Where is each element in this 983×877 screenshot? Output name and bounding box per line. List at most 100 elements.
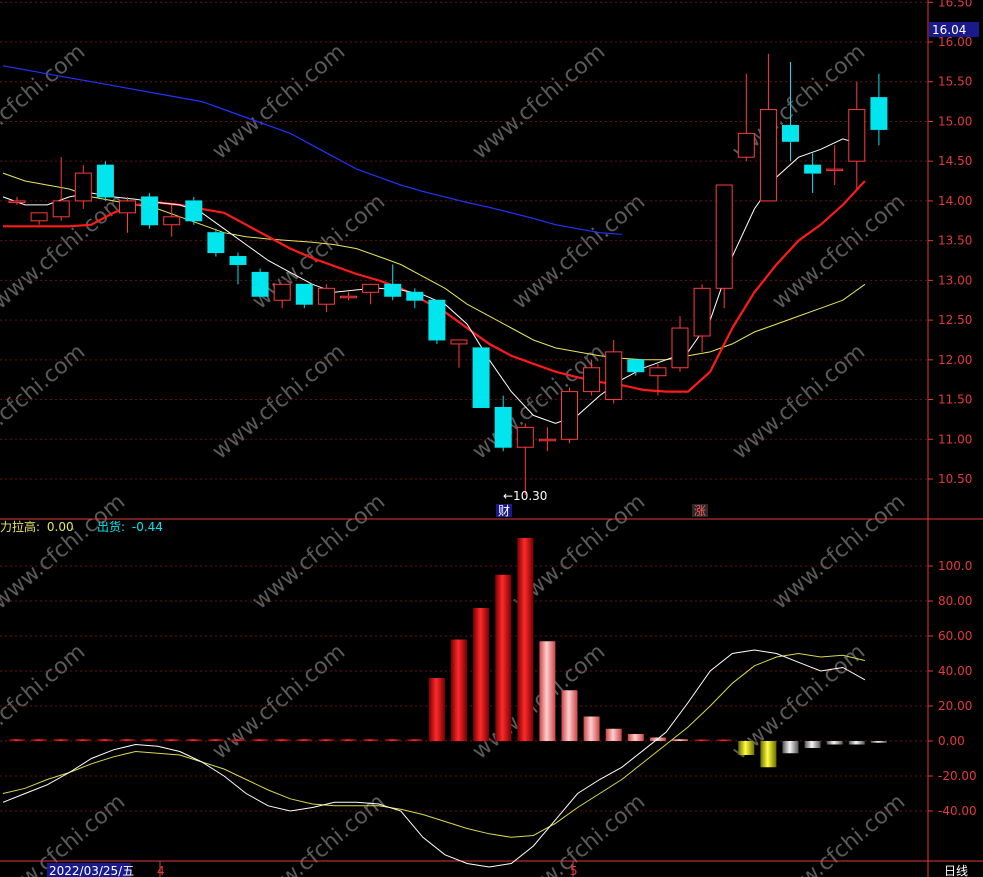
oscillator-bar [252, 739, 269, 741]
moving-average-lines [2, 65, 866, 424]
watermark-text: www.cfchi.com [508, 189, 650, 314]
candle-body-down [782, 124, 799, 142]
candle [30, 212, 48, 225]
candle-body-down [472, 347, 490, 408]
candle-body-down [804, 164, 822, 174]
price-tick-label: 12.00 [938, 353, 972, 367]
price-tick-label: 12.50 [938, 313, 972, 327]
price-tick-label: 16.50 [938, 0, 972, 9]
ma-fast-line [2, 138, 866, 424]
price-tick-label: 15.50 [938, 75, 972, 89]
oscillator-bar [870, 741, 887, 743]
oscillator-bar [163, 739, 180, 741]
candle-body-down [207, 232, 225, 254]
month-label-4: 4 [157, 864, 165, 877]
indicator-axis: 100.0 80.00 60.00 40.00 20.00 0.00 -20.00 -40.0… [928, 559, 977, 818]
month-label-5: 5 [570, 864, 578, 877]
candle-body-up [538, 438, 556, 442]
candle [627, 359, 645, 376]
candle [185, 196, 203, 225]
watermark-text: www.cfchi.com [768, 789, 910, 877]
candle [671, 316, 689, 372]
candle-body-up [583, 367, 601, 393]
watermark-text: www.cfchi.com [508, 789, 650, 877]
candle [207, 228, 225, 257]
oscillator-bar [738, 741, 755, 755]
candle [494, 395, 512, 452]
watermark-text: www.cfchi.com [0, 339, 90, 464]
candle-body-up [693, 287, 711, 337]
candle-body-up [8, 200, 26, 203]
candle [538, 427, 556, 452]
candle [516, 423, 534, 495]
price-tick-label: 13.00 [938, 273, 972, 287]
oscillator-bar [561, 690, 578, 741]
oscillator-bar [716, 739, 733, 741]
candle-body-down [96, 164, 114, 198]
candle-body-up [759, 109, 777, 202]
candle-body-up [163, 216, 181, 226]
indicator-tick-label: -20.00 [938, 769, 977, 783]
indicator-line1-value: 0.00 [47, 520, 74, 534]
watermark-text: www.cfchi.com [248, 489, 390, 614]
candle [605, 339, 623, 404]
event-marker-2[interactable]: 涨 [694, 503, 706, 518]
candle-body-up [848, 109, 866, 162]
candle [96, 161, 114, 201]
oscillator-bar [384, 739, 401, 741]
candle-body-up [74, 172, 92, 202]
candle [693, 284, 711, 352]
candle-body-up [273, 283, 291, 301]
candle [561, 387, 578, 444]
candle-body-up [715, 184, 733, 289]
candle-body-up [671, 327, 689, 369]
oscillator-bar [428, 678, 445, 741]
candle-body-down [229, 256, 247, 265]
candle-body-down [251, 271, 269, 297]
indicator-tick-label: 80.00 [938, 594, 972, 608]
candle-body-up [362, 283, 380, 293]
candle [870, 73, 888, 146]
indicator-line2-name: 出货: [97, 519, 125, 534]
indicator-tick-label: 20.00 [938, 699, 972, 713]
candle [759, 53, 777, 202]
period-label[interactable]: 日线 [944, 864, 968, 877]
watermark-text: www.cfchi.com [0, 489, 130, 614]
oscillator-bar [119, 739, 136, 741]
oscillator-bar [473, 608, 490, 741]
price-tick-label: 13.50 [938, 234, 972, 248]
indicator-tick-label: -40.00 [938, 804, 977, 818]
oscillator-bar [583, 716, 600, 741]
price-tick-label: 11.00 [938, 432, 972, 446]
candle-body-up [605, 351, 623, 401]
candle-body-down [141, 196, 159, 226]
candle-body-up [119, 200, 136, 214]
indicator-tick-label: 60.00 [938, 629, 972, 643]
candle [295, 283, 313, 309]
watermark-text: www.cfchi.com [0, 39, 90, 164]
event-marker-1[interactable]: 财 [498, 504, 510, 518]
price-tick-label: 15.00 [938, 114, 972, 128]
price-tick-label: 14.00 [938, 194, 972, 208]
candle-body-down [627, 359, 645, 373]
candle [229, 252, 247, 285]
indicator-line2-value: -0.44 [132, 520, 163, 534]
candle [715, 184, 733, 309]
candle-body-up [649, 367, 667, 377]
watermark-text: www.cfchi.com [468, 39, 610, 164]
candle [163, 204, 181, 237]
price-tick-label: 14.50 [938, 154, 972, 168]
oscillator-bar [230, 739, 246, 741]
oscillator-bar [318, 739, 335, 741]
date-label: 2022/03/25/五 [49, 864, 134, 877]
oscillator-bar [672, 739, 688, 741]
stock-chart[interactable]: www.cfchi.com www.cfchi.com www.cfchi.com w… [0, 0, 983, 877]
watermark-text: www.cfchi.com [468, 639, 610, 764]
candle-body-down [428, 299, 446, 341]
oscillator-bar [185, 739, 202, 741]
watermark-text: www.cfchi.com [208, 39, 350, 164]
oscillator-bar [296, 739, 313, 741]
oscillator-bar [53, 739, 70, 741]
watermark-text: www.cfchi.com [248, 789, 390, 877]
candle-body-up [737, 132, 755, 158]
